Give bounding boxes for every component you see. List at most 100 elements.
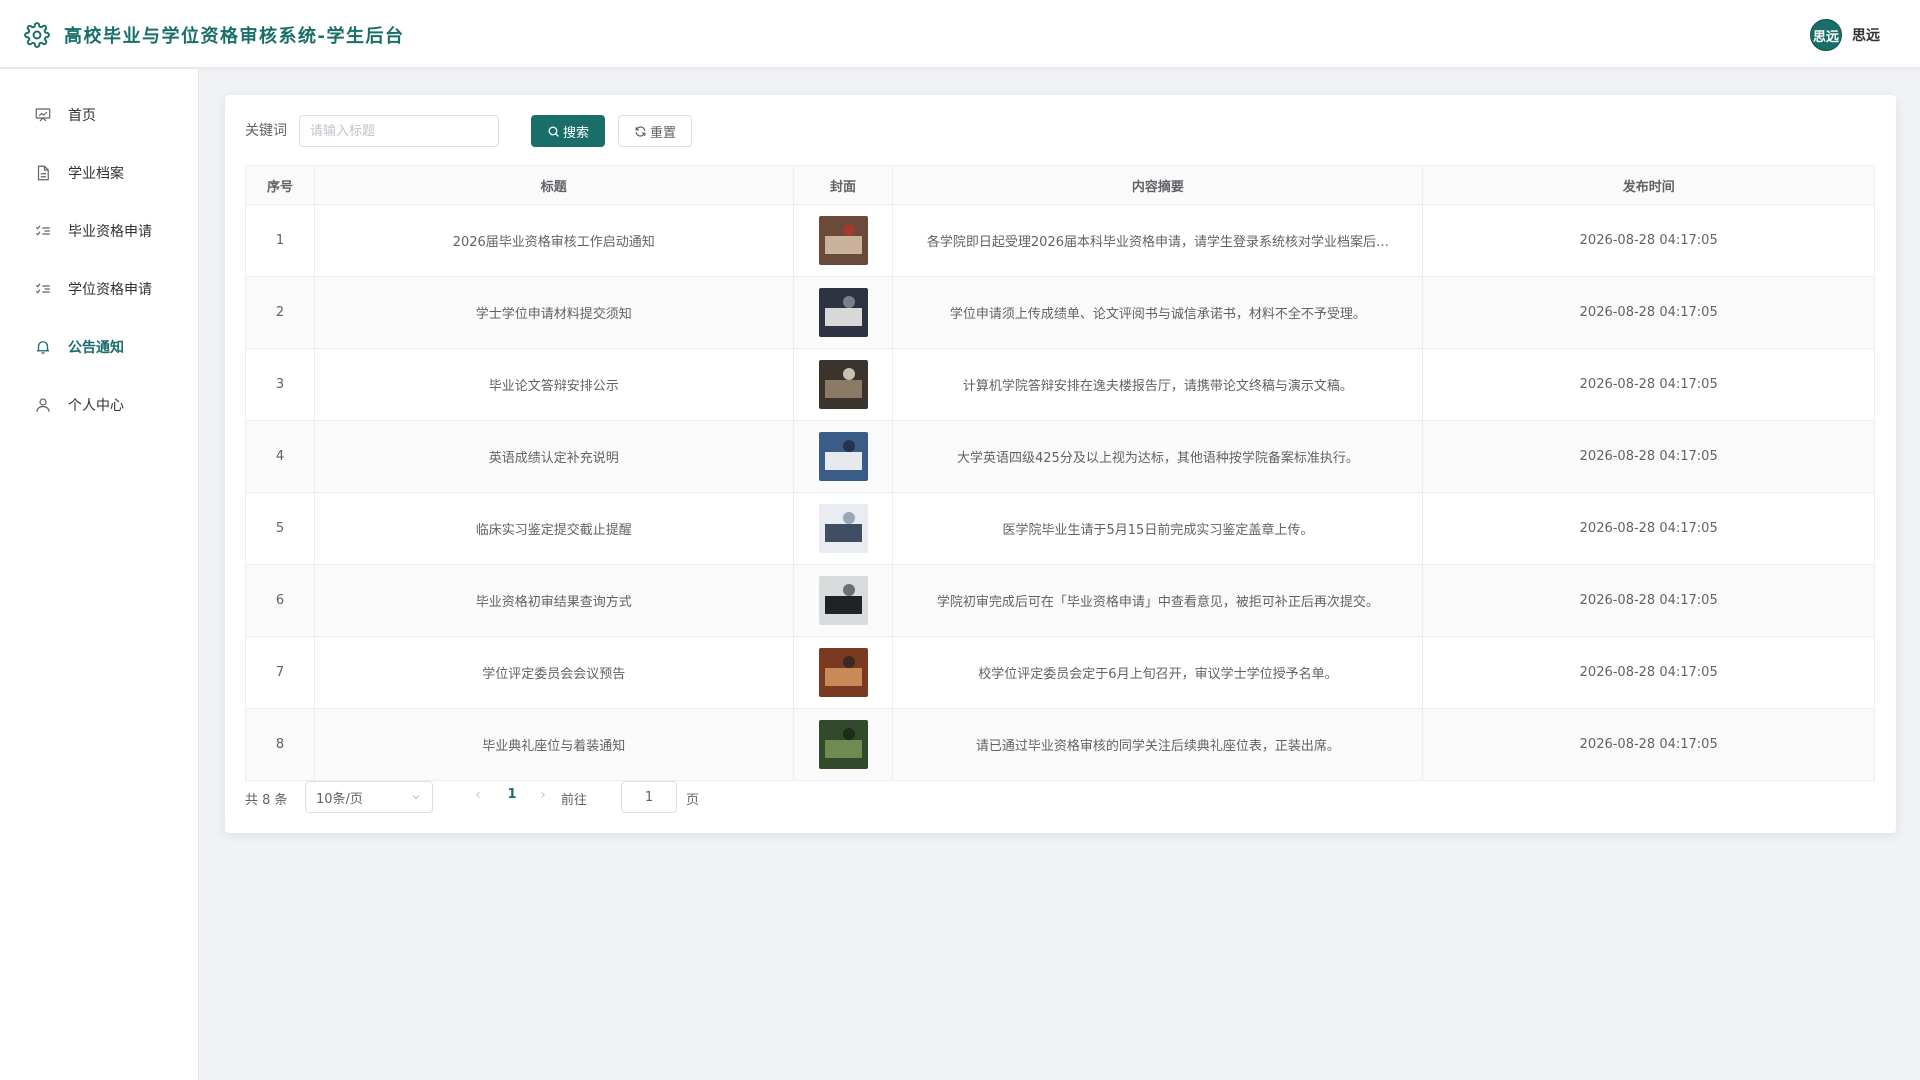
goto-label: 前往 <box>561 793 588 808</box>
page-number-1[interactable]: 1 <box>497 787 527 802</box>
search-icon <box>548 126 559 137</box>
row-summary: 请已通过毕业资格审核的同学关注后续典礼座位表，正装出席。 <box>892 708 1424 781</box>
sidebar-item-label: 公告通知 <box>68 340 124 356</box>
sidebar-item-profile[interactable]: 个人中心 <box>0 376 199 434</box>
user-icon <box>36 398 50 412</box>
row-publish-time: 2026-08-28 04:17:05 <box>1422 564 1875 637</box>
table-row[interactable]: 4 英语成绩认定补充说明 大学英语四级425分及以上视为达标，其他语种按学院备案标准… <box>245 420 1875 493</box>
sidebar-item-label: 学业档案 <box>68 166 124 182</box>
checklist-icon <box>35 283 50 294</box>
pagination: 共 8 条 10条/页 ‹ 1 › 前往 页 <box>245 781 845 813</box>
reset-button-label: 重置 <box>649 125 676 141</box>
column-header-index: 序号 <box>245 165 315 205</box>
sidebar-item-announcements[interactable]: 公告通知 <box>0 318 199 376</box>
row-index: 1 <box>245 204 315 277</box>
sidebar-item-home[interactable]: 首页 <box>0 86 199 144</box>
cover-image[interactable] <box>818 648 868 697</box>
keyword-input[interactable] <box>299 115 499 147</box>
cover-image[interactable] <box>818 216 868 265</box>
gear-icon <box>24 22 50 48</box>
announcement-list-card: 关键词 搜索 重置 序号 标题 封面 内容摘要 发布时间 12026届毕业资格审… <box>225 95 1896 833</box>
row-title: 学士学位申请材料提交须知 <box>314 276 794 349</box>
avatar[interactable]: 思远 <box>1810 19 1842 51</box>
row-cover-cell <box>793 636 894 709</box>
row-index: 7 <box>245 636 315 709</box>
sidebar-item-degree-application[interactable]: 学位资格申请 <box>0 260 199 318</box>
row-publish-time: 2026-08-28 04:17:05 <box>1422 708 1875 781</box>
row-publish-time: 2026-08-28 04:17:05 <box>1422 492 1875 565</box>
column-header-summary: 内容摘要 <box>892 165 1424 205</box>
search-button-label: 搜索 <box>562 125 589 141</box>
row-index: 6 <box>245 564 315 637</box>
username[interactable]: 思远 <box>1852 25 1880 45</box>
row-title: 毕业典礼座位与着装通知 <box>314 708 794 781</box>
row-index: 3 <box>245 348 315 421</box>
sidebar-item-label: 学位资格申请 <box>68 282 152 298</box>
row-summary: 各学院即日起受理2026届本科毕业资格申请，请学生登录系统核对学业档案后… <box>892 204 1424 277</box>
page-size-select[interactable]: 10条/页 <box>305 781 433 813</box>
row-index: 2 <box>245 276 315 349</box>
table-row[interactable]: 7 学位评定委员会会议预告 校学位评定委员会定于6月上旬召开，审议学士学位授予名单。… <box>245 636 1875 709</box>
sidebar-item-graduation-application[interactable]: 毕业资格申请 <box>0 202 199 260</box>
row-index: 8 <box>245 708 315 781</box>
row-publish-time: 2026-08-28 04:17:05 <box>1422 204 1875 277</box>
cover-image[interactable] <box>818 720 868 769</box>
refresh-icon <box>635 125 646 137</box>
reset-button[interactable]: 重置 <box>618 115 692 147</box>
prev-page-button[interactable]: ‹ <box>468 787 488 803</box>
checklist-icon <box>35 225 50 236</box>
row-publish-time: 2026-08-28 04:17:05 <box>1422 420 1875 493</box>
row-title: 2026届毕业资格审核工作启动通知 <box>314 204 794 277</box>
row-cover-cell <box>793 348 894 421</box>
keyword-label: 关键词 <box>245 123 287 139</box>
row-cover-cell <box>793 492 894 565</box>
row-publish-time: 2026-08-28 04:17:05 <box>1422 276 1875 349</box>
row-summary: 校学位评定委员会定于6月上旬召开，审议学士学位授予名单。 <box>892 636 1424 709</box>
page-size-value: 10条/页 <box>316 791 363 807</box>
table-row[interactable]: 2 学士学位申请材料提交须知 学位申请须上传成绩单、论文评阅书与诚信承诺书，材料不全… <box>245 276 1875 349</box>
row-title: 英语成绩认定补充说明 <box>314 420 794 493</box>
row-cover-cell <box>793 276 894 349</box>
goto-suffix: 页 <box>686 793 700 808</box>
row-title: 毕业论文答辩安排公示 <box>314 348 794 421</box>
sidebar-item-academic-records[interactable]: 学业档案 <box>0 144 199 202</box>
row-summary: 学院初审完成后可在「毕业资格申请」中查看意见，被拒可补正后再次提交。 <box>892 564 1424 637</box>
row-summary: 医学院毕业生请于5月15日前完成实习鉴定盖章上传。 <box>892 492 1424 565</box>
table-row[interactable]: 3 毕业论文答辩安排公示 计算机学院答辩安排在逸夫楼报告厅，请携带论文终稿与演示文稿… <box>245 348 1875 421</box>
column-header-cover: 封面 <box>793 165 894 205</box>
row-publish-time: 2026-08-28 04:17:05 <box>1422 348 1875 421</box>
row-cover-cell <box>793 564 894 637</box>
table-row[interactable]: 8 毕业典礼座位与着装通知 请已通过毕业资格审核的同学关注后续典礼座位表，正装出席。… <box>245 708 1875 781</box>
cover-image[interactable] <box>818 504 868 553</box>
table-row[interactable]: 6 毕业资格初审结果查询方式 学院初审完成后可在「毕业资格申请」中查看意见，被拒可补… <box>245 564 1875 637</box>
goto-page-input[interactable] <box>621 781 677 813</box>
column-header-title: 标题 <box>314 165 794 205</box>
cover-image[interactable] <box>818 432 868 481</box>
row-title: 毕业资格初审结果查询方式 <box>314 564 794 637</box>
next-page-button[interactable]: › <box>533 787 553 803</box>
cover-image[interactable] <box>818 288 868 337</box>
chevron-down-icon <box>412 795 420 800</box>
document-icon <box>37 165 49 181</box>
user-menu[interactable]: 思远 思远 <box>1810 19 1880 51</box>
total-count: 共 8 条 <box>245 793 288 808</box>
row-cover-cell <box>793 420 894 493</box>
row-title: 学位评定委员会会议预告 <box>314 636 794 709</box>
search-button[interactable]: 搜索 <box>531 115 605 147</box>
table-row[interactable]: 5 临床实习鉴定提交截止提醒 医学院毕业生请于5月15日前完成实习鉴定盖章上传。 20… <box>245 492 1875 565</box>
row-cover-cell <box>793 708 894 781</box>
table-row[interactable]: 1 2026届毕业资格审核工作启动通知 各学院即日起受理2026届本科毕业资格申请，… <box>245 204 1875 277</box>
table-header-row: 序号 标题 封面 内容摘要 发布时间 <box>245 165 1875 205</box>
row-title: 临床实习鉴定提交截止提醒 <box>314 492 794 565</box>
cover-image[interactable] <box>818 360 868 409</box>
row-summary: 大学英语四级425分及以上视为达标，其他语种按学院备案标准执行。 <box>892 420 1424 493</box>
top-header: 高校毕业与学位资格审核系统-学生后台 思远 思远 <box>0 0 1920 68</box>
system-title: 高校毕业与学位资格审核系统-学生后台 <box>64 26 405 47</box>
column-header-publish-time: 发布时间 <box>1422 165 1875 205</box>
sidebar-item-label: 毕业资格申请 <box>68 224 152 240</box>
cover-image[interactable] <box>818 576 868 625</box>
sidebar-item-label: 个人中心 <box>68 398 124 414</box>
row-publish-time: 2026-08-28 04:17:05 <box>1422 636 1875 709</box>
announcement-table: 序号 标题 封面 内容摘要 发布时间 1 2026届毕业资格审核工作启动通知 各学院… <box>245 165 1875 781</box>
sidebar: 首页 学业档案 毕业资格申请 学位资格申请 公告通知 个人中心 <box>0 69 199 1080</box>
